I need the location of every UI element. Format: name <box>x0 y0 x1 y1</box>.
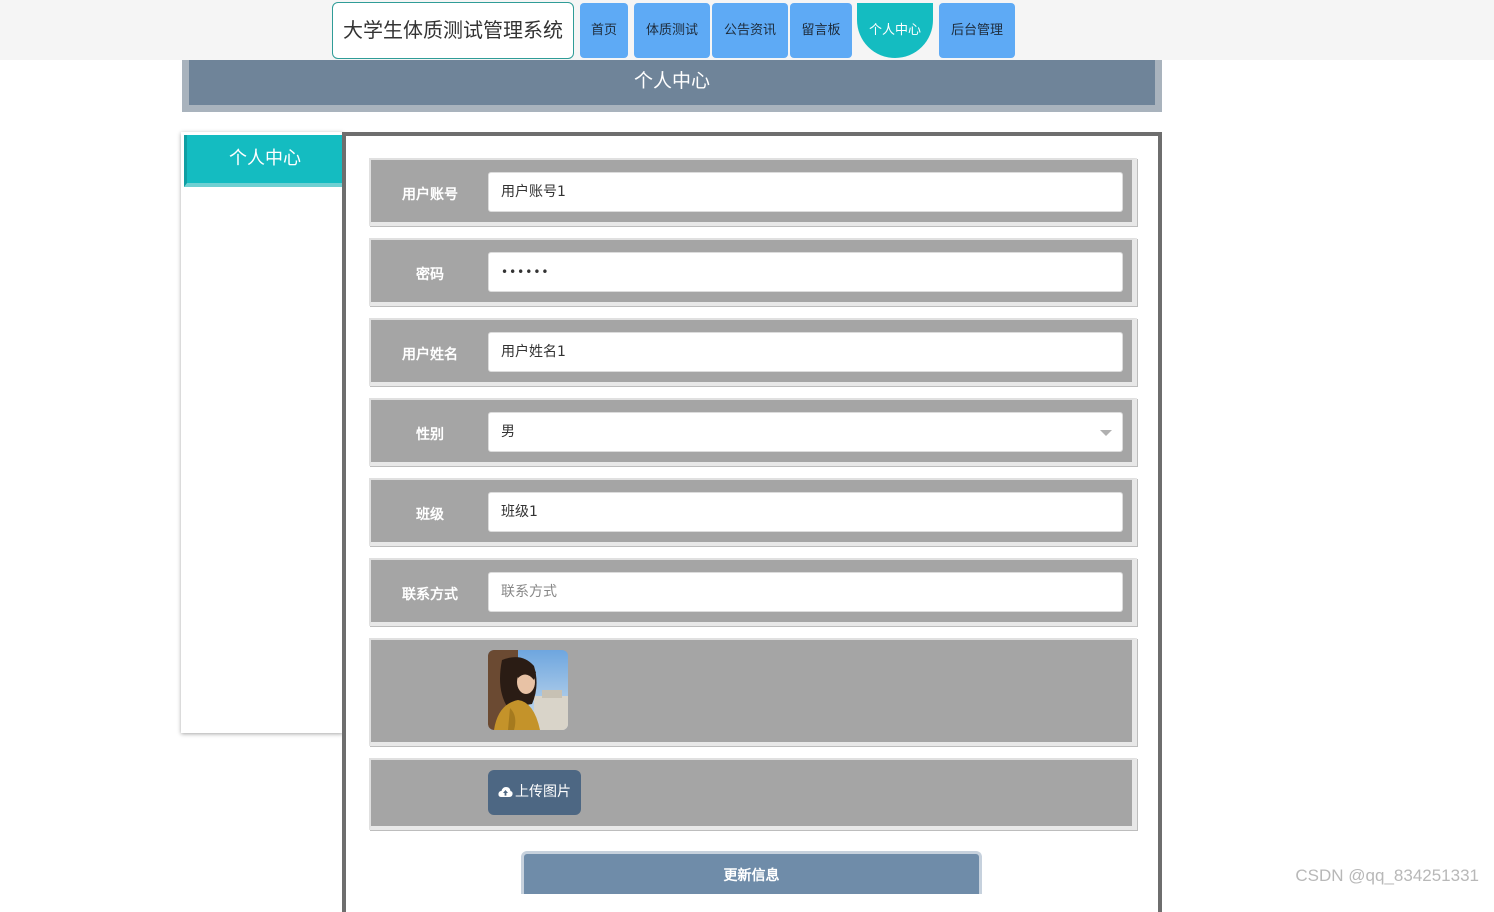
form-row-name: 用户姓名 用户姓名1 <box>369 318 1137 386</box>
form-row-class: 班级 班级1 <box>369 478 1137 546</box>
form-row-avatar <box>369 638 1137 746</box>
nav-fitness-test[interactable]: 体质测试 <box>634 3 710 58</box>
class-field[interactable]: 班级1 <box>488 492 1123 532</box>
gender-select-value: 男 <box>501 424 515 440</box>
contact-field[interactable]: 联系方式 <box>488 572 1123 612</box>
nav-announcements[interactable]: 公告资讯 <box>712 3 788 58</box>
upload-image-button[interactable]: 上传图片 <box>488 770 581 815</box>
form-row-gender: 性别 男 <box>369 398 1137 466</box>
name-field[interactable]: 用户姓名1 <box>488 332 1123 372</box>
password-field[interactable]: •••••• <box>488 252 1123 292</box>
account-label: 用户账号 <box>371 184 489 204</box>
upload-button-label: 上传图片 <box>515 784 571 800</box>
page-banner: 个人中心 <box>182 60 1162 112</box>
sidebar-item-personal-center[interactable]: 个人中心 <box>184 135 343 187</box>
form-row-password: 密码 •••••• <box>369 238 1137 306</box>
name-label: 用户姓名 <box>371 344 489 364</box>
top-navbar: 大学生体质测试管理系统 首页 体质测试 公告资讯 留言板 个人中心 后台管理 <box>0 0 1494 60</box>
avatar <box>488 650 568 730</box>
site-title: 大学生体质测试管理系统 <box>332 2 574 59</box>
gender-label: 性别 <box>371 424 489 444</box>
chevron-down-icon[interactable] <box>1100 430 1112 436</box>
nav-personal-center[interactable]: 个人中心 <box>857 3 933 58</box>
form-row-upload: 上传图片 <box>369 758 1137 830</box>
nav-home[interactable]: 首页 <box>580 3 628 58</box>
update-info-button[interactable]: 更新信息 <box>521 851 982 894</box>
sidebar: 个人中心 <box>181 132 343 733</box>
account-field[interactable]: 用户账号1 <box>488 172 1123 212</box>
cloud-upload-icon <box>498 786 513 798</box>
form-row-contact: 联系方式 联系方式 <box>369 558 1137 626</box>
password-label: 密码 <box>371 264 489 284</box>
nav-admin[interactable]: 后台管理 <box>939 3 1015 58</box>
watermark: CSDN @qq_834251331 <box>1295 866 1479 886</box>
gender-select[interactable]: 男 <box>488 412 1123 452</box>
form-row-account: 用户账号 用户账号1 <box>369 158 1137 226</box>
contact-label: 联系方式 <box>371 584 489 604</box>
class-label: 班级 <box>371 504 489 524</box>
nav-message-board[interactable]: 留言板 <box>790 3 852 58</box>
